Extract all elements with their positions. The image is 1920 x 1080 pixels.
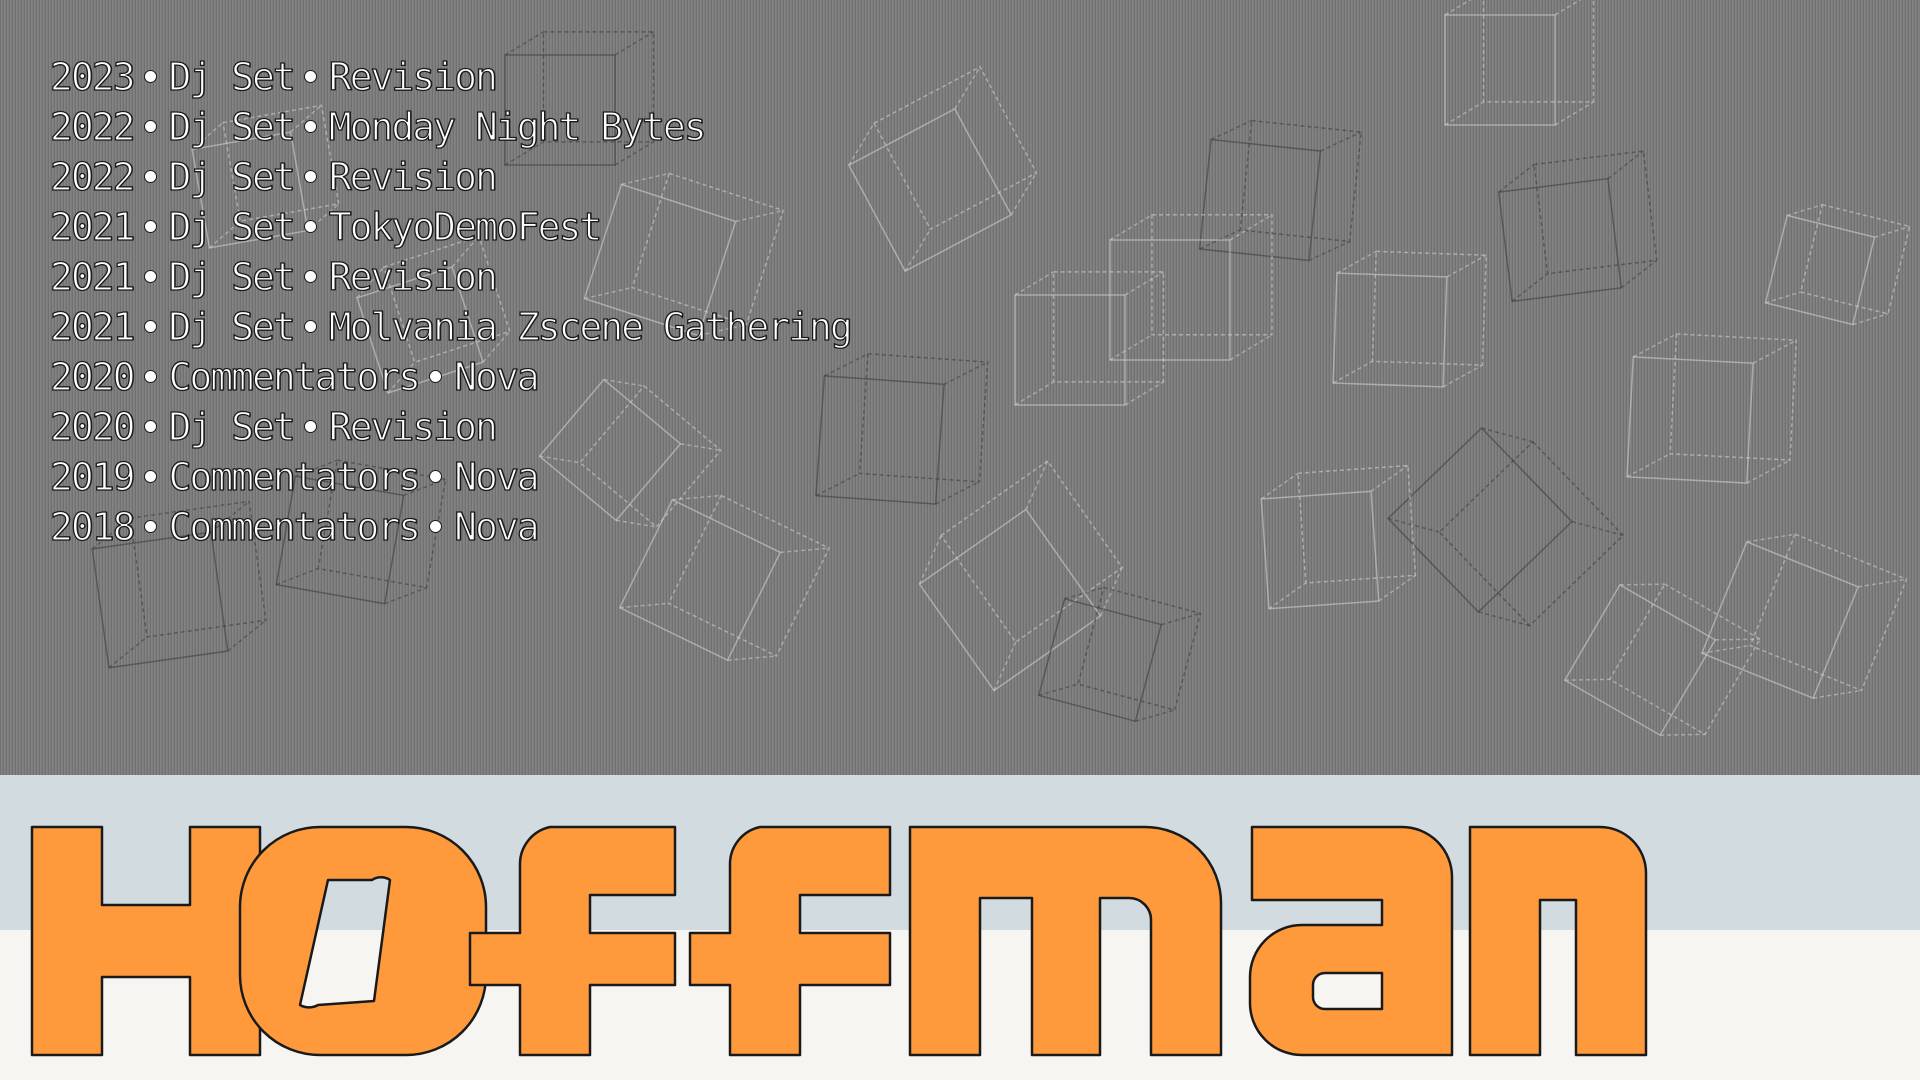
wireframe-cube (1198, 119, 1362, 262)
wireframe-cube (1563, 583, 1762, 737)
entry-event: Molvania Zscene Gathering (328, 304, 853, 349)
bullet-dot-icon (429, 370, 443, 383)
entry-event: Nova (453, 454, 540, 499)
history-entry: 2018 Commentators Nova (49, 502, 851, 552)
entry-role: Dj Set (168, 104, 297, 149)
entry-event: Nova (453, 354, 540, 399)
entry-role: Commentators (168, 354, 422, 399)
hoffman-logo (30, 825, 1648, 1057)
entry-year: 2020 (49, 354, 136, 399)
wireframe-cube (1332, 250, 1487, 388)
entry-event: Revision (328, 254, 498, 299)
wireframe-cube (847, 65, 1038, 273)
history-entry: 2021 Dj Set Revision (49, 252, 851, 302)
wireframe-cube (1626, 333, 1798, 484)
history-entry: 2021 Dj Set Molvania Zscene Gathering (49, 302, 853, 352)
entry-year: 2018 (49, 504, 136, 549)
bullet-dot-icon (303, 170, 317, 183)
entry-event: Revision (328, 154, 498, 199)
wireframe-cube (918, 459, 1124, 692)
bullet-dot-icon (303, 270, 317, 283)
entry-year: 2021 (49, 204, 136, 249)
entry-event: Monday Night Bytes (328, 104, 707, 149)
entry-year: 2022 (49, 154, 136, 199)
entry-event: Revision (328, 54, 498, 99)
entry-role: Dj Set (168, 254, 297, 299)
entry-role: Dj Set (168, 204, 297, 249)
bullet-dot-icon (143, 220, 157, 233)
entry-role: Dj Set (168, 154, 297, 199)
wireframe-cube (1109, 214, 1273, 361)
entry-year: 2021 (49, 254, 136, 299)
bullet-dot-icon (143, 270, 157, 283)
bullet-dot-icon (303, 120, 317, 133)
bullet-dot-icon (143, 420, 157, 433)
bullet-dot-icon (143, 470, 157, 483)
logo-letter-o-slash (238, 825, 488, 1057)
bullet-dot-icon (303, 70, 317, 83)
entry-event: Nova (453, 504, 540, 549)
entry-role: Dj Set (168, 54, 297, 99)
history-entry: 2021 Dj Set TokyoDemoFest (49, 202, 851, 252)
history-entry: 2020 Commentators Nova (49, 352, 851, 402)
entry-year: 2023 (49, 54, 136, 99)
wireframe-cube (1700, 533, 1908, 700)
event-history-list: 2023 Dj Set Revision 2022 Dj Set Monday Nigh… (49, 52, 853, 552)
history-entry: 2022 Dj Set Monday Night Bytes (49, 102, 851, 152)
bullet-dot-icon (143, 370, 157, 383)
logo-letter-m (908, 825, 1223, 1057)
bullet-dot-icon (303, 420, 317, 433)
history-entry: 2020 Dj Set Revision (49, 402, 851, 452)
logo-letter-f (468, 825, 677, 1057)
wireframe-cube (1444, 0, 1595, 126)
logo-letter-a (1248, 825, 1454, 1057)
entry-role: Commentators (168, 504, 422, 549)
bullet-dot-icon (143, 120, 157, 133)
history-entry: 2022 Dj Set Revision (49, 152, 851, 202)
wireframe-cube (1014, 271, 1165, 406)
entry-year: 2020 (49, 404, 136, 449)
bullet-dot-icon (143, 520, 157, 533)
wireframe-cube (1764, 203, 1911, 326)
history-entry: 2023 Dj Set Revision (49, 52, 851, 102)
bullet-dot-icon (429, 520, 443, 533)
entry-role: Dj Set (168, 404, 297, 449)
bullet-dot-icon (143, 170, 157, 183)
history-entry: 2019 Commentators Nova (49, 452, 851, 502)
entry-year: 2021 (49, 304, 136, 349)
entry-year: 2019 (49, 454, 136, 499)
bullet-dot-icon (429, 470, 443, 483)
entry-role: Dj Set (168, 304, 297, 349)
logo-letter-f (688, 825, 892, 1057)
bullet-dot-icon (143, 70, 157, 83)
entry-event: Revision (328, 404, 498, 449)
entry-event: TokyoDemoFest (328, 204, 603, 249)
entry-role: Commentators (168, 454, 422, 499)
bullet-dot-icon (303, 320, 317, 333)
wireframe-cube (1037, 586, 1202, 723)
entry-year: 2022 (49, 104, 136, 149)
bullet-dot-icon (303, 220, 317, 233)
wireframe-cube (1497, 150, 1658, 303)
bullet-dot-icon (143, 320, 157, 333)
stage: 2023 Dj Set Revision 2022 Dj Set Monday Nigh… (0, 0, 1920, 1080)
wireframe-cube (1387, 427, 1625, 627)
logo-letter-h (30, 825, 262, 1057)
logo-letter-n (1468, 825, 1648, 1057)
wireframe-cube (1260, 464, 1417, 610)
